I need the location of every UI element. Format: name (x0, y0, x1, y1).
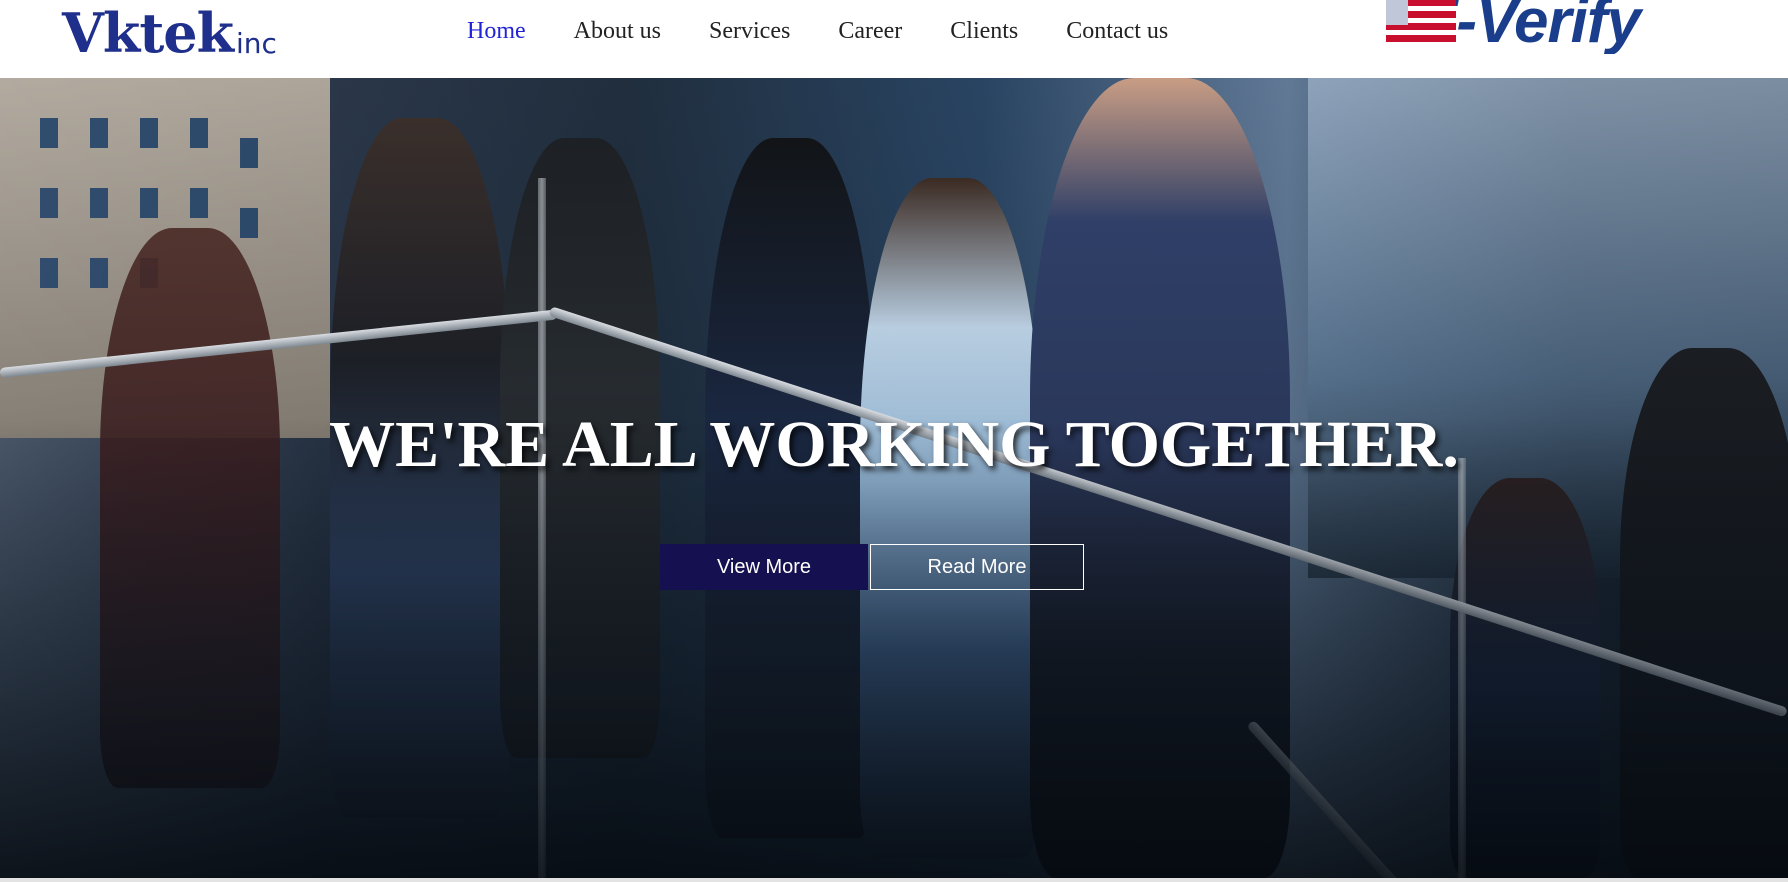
stair-handrail (0, 309, 558, 378)
vktek-logo[interactable]: Vktek inc (62, 2, 277, 60)
read-more-button[interactable]: Read More (870, 544, 1084, 590)
nav-clients[interactable]: Clients (950, 14, 1018, 48)
everify-badge: E-Verify (1386, 0, 1666, 54)
site-header: Vktek inc Home About us Services Career … (0, 0, 1788, 78)
us-flag-icon (1386, 0, 1456, 45)
person-silhouette (100, 228, 280, 788)
nav-services[interactable]: Services (709, 14, 790, 48)
background-building (0, 78, 330, 438)
main-nav: Home About us Services Career Clients Co… (467, 14, 1216, 48)
hero-overlay (0, 418, 1788, 878)
nav-contact-us[interactable]: Contact us (1066, 14, 1168, 48)
person-silhouette (1450, 478, 1600, 878)
nav-career[interactable]: Career (838, 14, 902, 48)
logo-suffix: inc (236, 27, 277, 60)
hero-banner: WE'RE ALL WORKING TOGETHER. View More Re… (0, 78, 1788, 878)
page-divider (0, 878, 1788, 882)
view-more-button[interactable]: View More (660, 544, 868, 590)
logo-wordmark: Vktek (62, 1, 234, 65)
person-silhouette (705, 138, 875, 838)
person-silhouette (860, 178, 1040, 858)
nav-home[interactable]: Home (467, 14, 526, 48)
stair-handrail (1246, 719, 1401, 878)
stair-handrail (548, 306, 1788, 718)
hero-buttons: View More Read More (660, 544, 1084, 590)
background-glass (1308, 78, 1788, 578)
glass-post (1458, 458, 1466, 878)
nav-about-us[interactable]: About us (574, 14, 661, 48)
glass-post (538, 178, 546, 878)
hero-title: WE'RE ALL WORKING TOGETHER. (329, 408, 1459, 481)
